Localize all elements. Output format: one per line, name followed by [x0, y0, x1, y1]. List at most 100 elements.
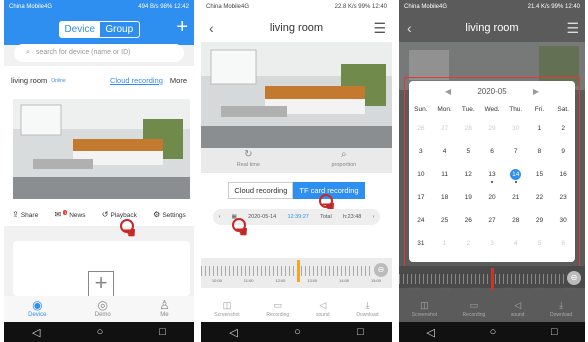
home-nav-icon[interactable]: ○ [97, 326, 104, 338]
carrier-label: China Mobile4G [206, 4, 250, 10]
add-device-card[interactable]: + [13, 241, 190, 297]
menu-icon[interactable]: ☰ [373, 20, 386, 37]
calendar-day[interactable]: 30 [504, 125, 528, 132]
calendar-day[interactable]: 30 [551, 217, 575, 224]
screenshot-button[interactable]: ◫ Screenshot [412, 299, 437, 321]
recents-nav-icon[interactable]: □ [551, 326, 558, 338]
share-button[interactable]: ⇪ Share [12, 210, 38, 219]
calendar-day[interactable]: 12 [456, 171, 480, 178]
calendar-day[interactable]: 8 [528, 148, 552, 155]
calendar-day[interactable]: 20 [480, 194, 504, 201]
sound-button[interactable]: ◁ sound [316, 299, 330, 321]
device-list-screen: China Mobile4G 494 B/s 98% 12:42 Device … [4, 0, 194, 342]
back-arrow-icon[interactable]: ‹ [407, 20, 412, 36]
calendar-day[interactable]: 26 [456, 217, 480, 224]
back-arrow-icon[interactable]: ‹ [209, 20, 214, 36]
home-nav-icon[interactable]: ○ [490, 326, 497, 338]
back-nav-icon[interactable]: ◁ [229, 326, 237, 339]
tab-device[interactable]: Device [60, 22, 100, 37]
next-month-icon[interactable]: ▶ [533, 87, 539, 96]
calendar-day[interactable]: 1 [528, 125, 552, 132]
prev-month-icon[interactable]: ◀ [445, 87, 451, 96]
calendar-day[interactable]: 6 [480, 148, 504, 155]
calendar-day[interactable]: 4 [504, 240, 528, 247]
timeline-scrubber[interactable]: 10:00 11:00 12:00 13:00 14:00 15:00 ⊖ [201, 258, 392, 288]
calendar-day[interactable]: 25 [433, 217, 457, 224]
more-button[interactable]: More [170, 66, 187, 96]
nav-device[interactable]: ◉ Device [28, 296, 46, 322]
recents-nav-icon[interactable]: □ [357, 326, 364, 338]
calendar-day[interactable]: 16 [551, 171, 575, 178]
calendar-day[interactable]: 6 [551, 240, 575, 247]
camera-preview[interactable] [13, 99, 190, 199]
nav-me[interactable]: ♙ Me [159, 296, 170, 322]
timeline-ticks [201, 266, 372, 276]
selected-date[interactable]: 2020-05-14 [248, 209, 276, 225]
calendar-day[interactable]: 3 [409, 148, 433, 155]
calendar-day[interactable]: 27 [433, 125, 457, 132]
search-input[interactable]: ⌕ search for device (name or ID) [14, 44, 184, 62]
download-button[interactable]: ⤓ Download [550, 299, 572, 321]
recents-nav-icon[interactable]: □ [159, 326, 166, 338]
calendar-day[interactable]: 11 [433, 171, 457, 178]
back-nav-icon[interactable]: ◁ [426, 326, 434, 339]
zoom-icon[interactable]: ⊖ [567, 271, 581, 285]
calendar-day[interactable]: 28 [504, 217, 528, 224]
calendar-day[interactable]: 10 [409, 171, 433, 178]
zoom-icon[interactable]: ⊖ [374, 263, 388, 277]
home-nav-icon[interactable]: ○ [294, 326, 301, 338]
proportion-button[interactable]: ⌕ proportion [331, 148, 356, 173]
calendar-week: 3 4 5 6 7 8 9 [409, 140, 575, 163]
recording-button[interactable]: ▭ Recording [463, 299, 486, 321]
screenshot-button[interactable]: ◫ Screenshot [214, 299, 239, 321]
date-picker: ◀ 2020-05 ▶ Sun. Mon. Tue. Wed. Thu. Fri… [409, 81, 575, 262]
calendar-day[interactable]: 27 [480, 217, 504, 224]
calendar-day[interactable]: 9 [551, 148, 575, 155]
calendar-day[interactable]: 7 [504, 148, 528, 155]
download-label: Download [549, 312, 573, 318]
settings-button[interactable]: ⚙ Settings [153, 210, 186, 219]
timeline-scrubber[interactable]: 10:00 11:00 12:00 13:00 14:00 15:00 ⊖ [399, 266, 585, 291]
cloud-recording-link[interactable]: Cloud recording [110, 66, 163, 96]
add-device-button[interactable]: + [176, 17, 188, 37]
calendar-day[interactable]: 18 [433, 194, 457, 201]
calendar-day[interactable]: 26 [409, 125, 433, 132]
weekday-label: Mon. [437, 105, 452, 113]
calendar-day[interactable]: 24 [409, 217, 433, 224]
calendar-day[interactable]: 15 [528, 171, 552, 178]
calendar-day[interactable]: 23 [551, 194, 575, 201]
calendar-day[interactable]: 4 [433, 148, 457, 155]
tab-cloud-recording[interactable]: Cloud recording [228, 181, 294, 199]
recording-button[interactable]: ▭ Recording [266, 299, 289, 321]
calendar-day[interactable]: 13 [480, 171, 504, 183]
nav-demo[interactable]: ◎ Demo [95, 296, 111, 322]
calendar-day[interactable]: 31 [409, 240, 433, 247]
calendar-day-selected[interactable]: 14 [504, 168, 528, 183]
calendar-day[interactable]: 22 [528, 194, 552, 201]
tab-group[interactable]: Group [100, 22, 140, 37]
calendar-day[interactable]: 1 [433, 240, 457, 247]
sound-button[interactable]: ◁ sound [511, 299, 525, 321]
calendar-day[interactable]: 2 [456, 240, 480, 247]
menu-icon[interactable]: ☰ [566, 20, 579, 37]
calendar-day[interactable]: 17 [409, 194, 433, 201]
calendar-day[interactable]: 19 [456, 194, 480, 201]
playback-button[interactable]: ↺ Playback [102, 210, 137, 219]
back-nav-icon[interactable]: ◁ [32, 326, 40, 339]
calendar-day[interactable]: 3 [480, 240, 504, 247]
news-button[interactable]: ✉ 1 News [54, 209, 86, 219]
calendar-day[interactable]: 5 [456, 148, 480, 155]
calendar-day[interactable]: 2 [551, 125, 575, 132]
calendar-day[interactable]: 29 [480, 125, 504, 132]
calendar-day[interactable]: 5 [528, 240, 552, 247]
download-button[interactable]: ⤓ Download [356, 299, 378, 321]
calendar-day[interactable]: 28 [456, 125, 480, 132]
calendar-day[interactable]: 21 [504, 194, 528, 201]
prev-day-icon[interactable]: ‹ [219, 209, 221, 225]
video-view[interactable] [201, 42, 392, 148]
realtime-button[interactable]: ↻ Real time [237, 148, 260, 173]
share-icon: ⇪ [12, 209, 19, 219]
next-day-icon[interactable]: › [373, 209, 375, 225]
tick-label: 11:00 [440, 286, 451, 291]
calendar-day[interactable]: 29 [528, 217, 552, 224]
